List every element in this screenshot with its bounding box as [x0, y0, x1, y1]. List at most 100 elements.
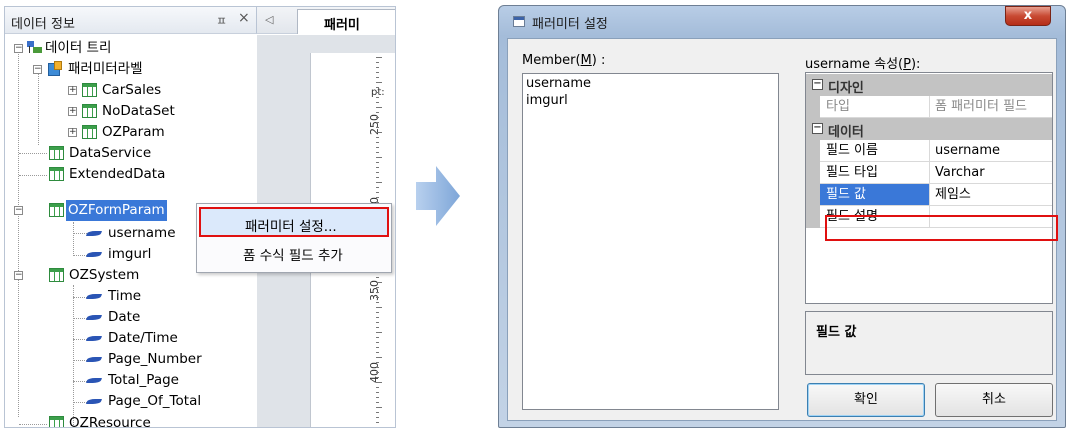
- collapse-icon[interactable]: −: [14, 271, 23, 280]
- tree-node-label: Date: [108, 309, 141, 325]
- ruler-tick: [376, 392, 379, 393]
- category-label: 디자인: [828, 81, 864, 96]
- field-icon: [87, 334, 103, 342]
- tree-node-ozresource[interactable]: OZResource: [5, 413, 205, 428]
- collapse-icon[interactable]: −: [812, 123, 823, 134]
- ruler-tick: [376, 127, 379, 128]
- tree-node-ozparam[interactable]: + OZParam: [5, 122, 205, 143]
- member-list-item[interactable]: username: [526, 76, 591, 91]
- ruler-tick: [376, 387, 379, 388]
- tree-node-nodataset[interactable]: + NoDataSet: [5, 101, 205, 122]
- ruler-tick: [376, 367, 379, 368]
- tree-node-label: DataService: [69, 145, 152, 161]
- tree-node-dataservice[interactable]: DataService: [5, 143, 205, 164]
- expand-icon[interactable]: +: [68, 86, 77, 95]
- ruler-tick: [376, 92, 379, 93]
- ruler-tick: [376, 342, 379, 343]
- dataset-icon: [49, 203, 64, 217]
- field-value-input[interactable]: 제임스: [930, 184, 1052, 206]
- data-info-panel: 데이터 정보 ㅍ × ◁ 패러미 pt: 250 300 350 400 − 데…: [4, 6, 396, 428]
- ruler-tick: [376, 142, 379, 143]
- field-icon: [87, 376, 103, 384]
- ruler-tick: [376, 152, 379, 153]
- dialog-body: Member(M) : username imgurl username 속성(…: [507, 38, 1058, 421]
- ruler-tick: [376, 182, 382, 183]
- tree-node-page-of-total[interactable]: Page_Of_Total: [5, 391, 225, 412]
- property-name: 필드 이름: [820, 140, 930, 162]
- ruler-tick: [376, 87, 379, 88]
- ruler-tick: [376, 402, 379, 403]
- tab-parameter[interactable]: 패러미: [297, 9, 395, 34]
- category-design[interactable]: − 디자인: [806, 74, 1052, 96]
- member-list-item[interactable]: imgurl: [526, 93, 568, 108]
- tree-node-carsales[interactable]: + CarSales: [5, 80, 205, 101]
- ruler-tick: [376, 77, 379, 78]
- menu-item-add-form-formula-field[interactable]: 폼 수식 필드 추가: [199, 240, 389, 268]
- dataset-icon: [49, 167, 64, 181]
- ruler-tick: [376, 412, 379, 413]
- ruler-tick: [376, 72, 379, 73]
- close-button[interactable]: x: [1005, 6, 1051, 26]
- tree-node-label: Date/Time: [108, 330, 178, 346]
- collapse-icon[interactable]: −: [812, 79, 823, 90]
- tree-node-username[interactable]: username: [5, 223, 205, 244]
- ruler-tick: [376, 312, 379, 313]
- dialog-titlebar[interactable]: 패러미터 설정 x: [499, 6, 1065, 38]
- menu-item-parameter-settings[interactable]: 패러미터 설정...: [199, 207, 389, 237]
- property-value[interactable]: username: [930, 140, 1052, 162]
- ruler-number: 400: [368, 362, 381, 383]
- ruler-tick: [376, 57, 382, 58]
- tree-node-extendeddata[interactable]: ExtendedData: [5, 164, 205, 185]
- collapse-icon[interactable]: −: [14, 206, 23, 215]
- designer-tab-strip: ◁ 패러미: [257, 7, 395, 34]
- property-row-field-value[interactable]: 필드 값 제임스: [806, 184, 1052, 206]
- member-list[interactable]: username imgurl: [522, 73, 779, 410]
- tree-node-parameter-label[interactable]: − 패러미터라벨: [5, 59, 205, 80]
- cancel-button[interactable]: 취소: [935, 383, 1053, 417]
- tree-node-datetime[interactable]: Date/Time: [5, 328, 205, 349]
- close-icon[interactable]: ×: [238, 10, 250, 26]
- category-data[interactable]: − 데이터: [806, 118, 1052, 140]
- tab-scroll-left-icon[interactable]: ◁: [265, 13, 273, 26]
- property-row-field-name[interactable]: 필드 이름 username: [806, 140, 1052, 162]
- tree-node-label: 패러미터라벨: [68, 61, 143, 77]
- tree-node-label: OZResource: [69, 415, 151, 428]
- context-menu: 패러미터 설정... 폼 수식 필드 추가: [196, 203, 392, 273]
- panel-title: 데이터 정보: [11, 17, 75, 32]
- tree-node-ozformparam[interactable]: − OZFormParam: [5, 200, 205, 221]
- tree-node-date[interactable]: Date: [5, 307, 205, 328]
- property-row-field-type[interactable]: 필드 타입 Varchar: [806, 162, 1052, 184]
- dataset-icon: [49, 268, 64, 282]
- field-icon: [87, 397, 103, 405]
- property-value[interactable]: Varchar: [930, 162, 1052, 184]
- ok-button[interactable]: 확인: [807, 383, 925, 417]
- tree-node-root[interactable]: − 데이터 트리: [5, 38, 205, 59]
- tree-node-label: OZParam: [102, 124, 165, 140]
- collapse-icon[interactable]: −: [33, 65, 42, 74]
- ruler-tick: [376, 107, 382, 108]
- property-row-type[interactable]: 타입 폼 패러미터 필드: [806, 96, 1052, 118]
- pin-icon[interactable]: ㅍ: [216, 12, 227, 29]
- ruler-tick: [376, 422, 379, 423]
- expand-icon[interactable]: +: [68, 128, 77, 137]
- category-label: 데이터: [828, 125, 864, 140]
- dataset-icon: [49, 146, 64, 160]
- collapse-icon[interactable]: −: [14, 44, 23, 53]
- tree-node-label: ExtendedData: [69, 166, 166, 182]
- expand-icon[interactable]: +: [68, 107, 77, 116]
- dataset-icon: [82, 83, 97, 97]
- ruler-tick: [376, 187, 379, 188]
- tree-node-time[interactable]: Time: [5, 286, 205, 307]
- tree-node-total-page[interactable]: Total_Page: [5, 370, 205, 391]
- tree-node-label: Time: [108, 288, 142, 304]
- property-name: 타입: [820, 96, 930, 118]
- tree-node-page-number[interactable]: Page_Number: [5, 349, 205, 370]
- tree-node-ozsystem[interactable]: − OZSystem: [5, 265, 205, 286]
- tree-node-imgurl[interactable]: imgurl: [5, 244, 205, 265]
- property-name: 필드 타입: [820, 162, 930, 184]
- dataset-icon: [82, 125, 97, 139]
- ruler-tick: [376, 377, 379, 378]
- ruler-tick: [376, 137, 379, 138]
- ruler-tick: [376, 297, 379, 298]
- properties-label: username 속성(P):: [805, 57, 921, 72]
